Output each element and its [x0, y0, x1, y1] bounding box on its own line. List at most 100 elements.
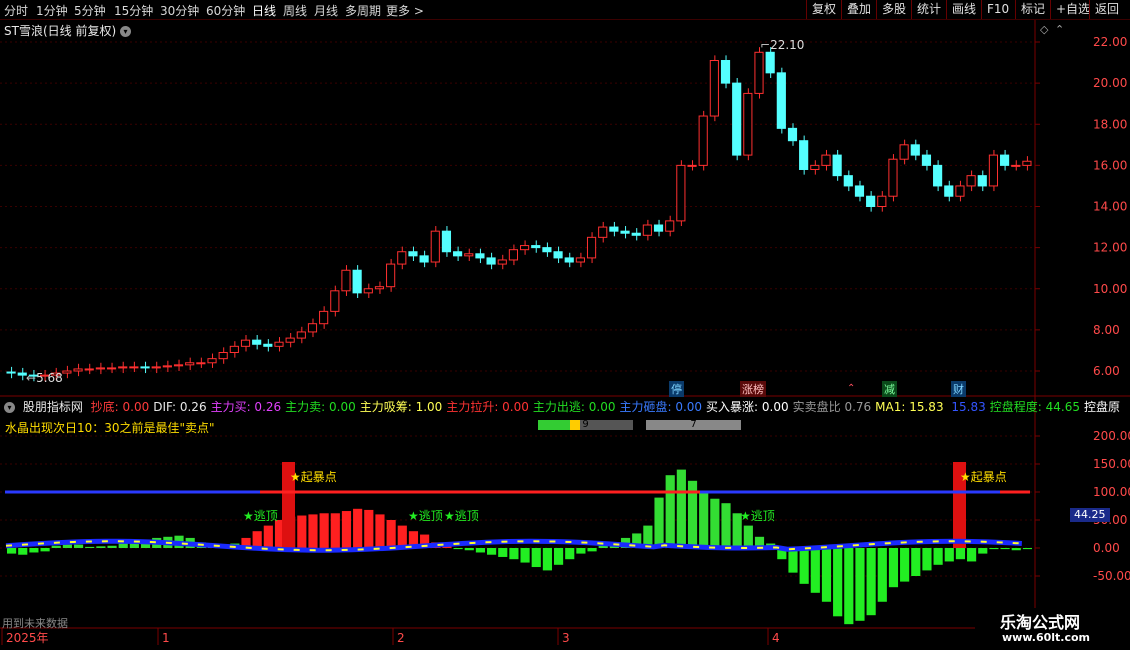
- indicator-bar: [431, 542, 441, 548]
- draw-line-button[interactable]: 画线: [946, 0, 981, 19]
- time-tick-label: 2025年: [6, 631, 49, 645]
- chevron-down-icon[interactable]: ▾: [119, 26, 131, 37]
- period-tab-more[interactable]: 更多 >: [386, 2, 424, 19]
- indicator-bar: [397, 525, 407, 548]
- indicator-bar: [40, 548, 50, 552]
- indicator-bar: [900, 548, 910, 582]
- period-tab-fenshi[interactable]: 分时: [4, 2, 28, 19]
- back-button[interactable]: 返回: [1089, 0, 1124, 19]
- indicator-field: 主力拉升: 0.00: [446, 400, 529, 414]
- gauge-bar-2: 7: [646, 420, 741, 430]
- indicator-bar: [263, 525, 273, 548]
- candle-body: [229, 345, 239, 353]
- mark-button[interactable]: 标记: [1015, 0, 1050, 19]
- candle-body: [653, 224, 664, 232]
- indicator-header: ▾ 股朋指标网 抄底: 0.00 DIF: 0.26 主力买: 0.26 主力卖: 0…: [0, 398, 1128, 414]
- indicator-bar: [710, 498, 720, 548]
- indicator-bar: [799, 548, 809, 584]
- indicator-field: 主力吸筹: 1.00: [359, 400, 443, 414]
- indicator-bar: [51, 545, 61, 548]
- candle-body: [720, 60, 731, 84]
- indicator-bar: [330, 513, 340, 548]
- price-high-label: ⌐22.10: [760, 38, 805, 52]
- time-tick-label: 1: [162, 631, 170, 645]
- event-marker-limit-up[interactable]: 涨榜: [740, 381, 766, 397]
- candle-body: [754, 51, 764, 94]
- indicator-bar: [386, 520, 396, 548]
- event-marker-finance[interactable]: 财: [951, 381, 966, 397]
- indicator-bar: [475, 548, 486, 553]
- indicator-bar: [152, 537, 162, 548]
- price-tick-label: 14.00: [1093, 200, 1127, 214]
- price-tick-label: 8.00: [1093, 323, 1120, 337]
- indicator-bar: [654, 497, 664, 548]
- candle-body: [73, 368, 83, 372]
- indicator-bar: [140, 540, 151, 548]
- indicator-bar: [375, 514, 385, 548]
- candle-body: [564, 257, 574, 263]
- stock-name: ST雪浪(日线 前复权): [4, 24, 117, 38]
- candle-body: [910, 144, 920, 156]
- indicator-bar: [777, 548, 787, 560]
- period-tab-60min[interactable]: 60分钟: [206, 2, 245, 19]
- indicator-bar: [1022, 548, 1032, 550]
- period-tab-5min[interactable]: 5分钟: [74, 2, 106, 19]
- indicator-bar: [844, 548, 854, 625]
- indicator-name[interactable]: 股朋指标网: [23, 400, 83, 414]
- candle-body: [430, 230, 440, 263]
- indicator-bar: [576, 548, 586, 554]
- candle-body: [743, 92, 753, 156]
- period-tab-1min[interactable]: 1分钟: [36, 2, 68, 19]
- statistics-button[interactable]: 统计: [911, 0, 946, 19]
- indicator-bar: [632, 533, 642, 548]
- future-data-note: 用到未来数据: [2, 617, 68, 630]
- indicator-field: 15.83: [947, 400, 986, 414]
- chart-title: ST雪浪(日线 前复权) ▾: [4, 22, 131, 39]
- overlay-button[interactable]: 叠加: [841, 0, 876, 19]
- candle-body: [776, 72, 786, 129]
- time-tick-label: 4: [772, 631, 780, 645]
- indicator-bar: [587, 548, 597, 552]
- event-marker-suspend[interactable]: 停: [669, 381, 684, 397]
- indicator-bar: [129, 541, 139, 548]
- signal-qibao-1: ★起暴点: [290, 470, 337, 484]
- candle-body: [709, 60, 719, 117]
- period-tab-15min[interactable]: 15分钟: [114, 2, 153, 19]
- candle-body: [520, 245, 530, 251]
- candle-body: [397, 251, 407, 265]
- multi-stock-button[interactable]: 多股: [876, 0, 911, 19]
- candle-body: [542, 247, 552, 253]
- candle-body: [441, 230, 452, 253]
- period-tab-multi[interactable]: 多周期: [345, 2, 381, 19]
- candle-body: [586, 236, 597, 259]
- candle-body: [642, 224, 652, 236]
- chart-canvas: 22.0020.0018.0016.0014.0012.0010.008.006…: [0, 20, 1130, 645]
- indicator-bar: [955, 548, 966, 560]
- period-tab-daily[interactable]: 日线: [252, 2, 276, 19]
- price-tick-label: 10.00: [1093, 282, 1127, 296]
- current-value-badge: 44.25: [1070, 508, 1110, 522]
- fuquan-button[interactable]: 复权: [806, 0, 841, 19]
- candle-body: [631, 232, 641, 236]
- indicator-bar: [978, 548, 988, 554]
- candle-body: [1011, 164, 1021, 167]
- period-tab-monthly[interactable]: 月线: [314, 2, 338, 19]
- indicator-bar: [542, 548, 552, 571]
- candle-body: [955, 185, 965, 197]
- indicator-bar: [18, 548, 28, 555]
- signal-taoding-4: ★逃顶: [740, 509, 775, 523]
- chevron-down-icon[interactable]: ▾: [4, 402, 15, 413]
- event-marker-reduce[interactable]: 减: [882, 381, 897, 397]
- candle-body: [899, 144, 909, 160]
- indicator-bar: [29, 548, 39, 553]
- indicator-bar: [699, 493, 709, 548]
- indicator-tick-label: 150.00: [1093, 457, 1130, 471]
- candle-body: [799, 140, 809, 170]
- f10-button[interactable]: F10: [981, 0, 1014, 19]
- period-tab-30min[interactable]: 30分钟: [160, 2, 199, 19]
- period-tab-weekly[interactable]: 周线: [283, 2, 307, 19]
- candle-body: [765, 51, 775, 74]
- indicator-bar: [598, 545, 608, 548]
- indicator-bar: [219, 545, 229, 548]
- candle-body: [966, 175, 976, 187]
